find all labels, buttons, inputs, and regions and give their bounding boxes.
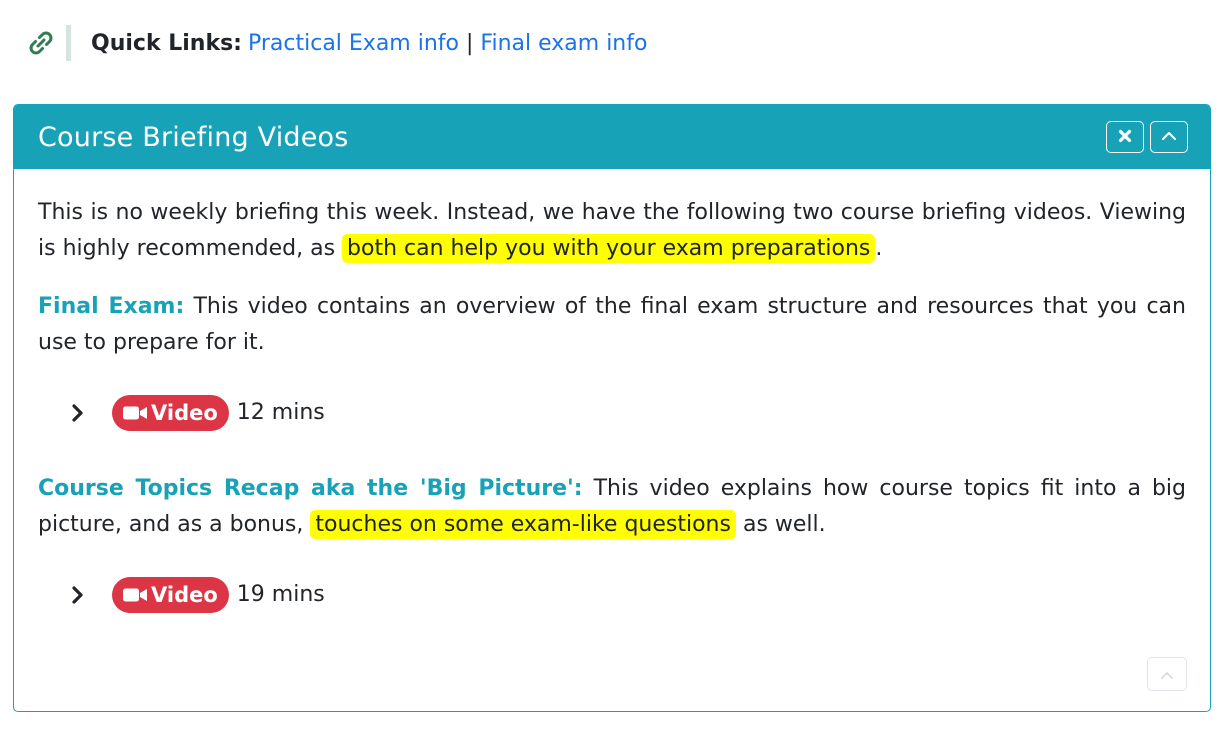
expand-chevron-icon[interactable] [66, 401, 90, 425]
card-body: This is no weekly briefing this week. In… [14, 169, 1210, 615]
recap-paragraph: Course Topics Recap aka the 'Big Picture… [38, 471, 1186, 543]
card-title: Course Briefing Videos [38, 121, 349, 153]
video-camera-icon [122, 405, 148, 421]
card-header: Course Briefing Videos [14, 105, 1210, 169]
intro-highlight: both can help you with your exam prepara… [342, 234, 876, 263]
recap-text-end: as well. [735, 512, 826, 537]
video-camera-icon [122, 587, 148, 603]
intro-paragraph: This is no weekly briefing this week. In… [38, 195, 1186, 267]
video-badge[interactable]: Video [112, 577, 229, 613]
quick-links-bar: Quick Links: Practical Exam info | Final… [26, 24, 647, 62]
quick-links-separator: | [466, 30, 474, 56]
recap-topic: Course Topics Recap aka the 'Big Picture… [38, 476, 583, 501]
expand-chevron-icon[interactable] [66, 583, 90, 607]
video-badge-label: Video [151, 401, 218, 425]
video-badge[interactable]: Video [112, 395, 229, 431]
close-icon [1118, 129, 1132, 146]
recap-video-row: Video 19 mins [66, 575, 1186, 615]
final-exam-video-row: Video 12 mins [66, 393, 1186, 433]
course-briefing-card: Course Briefing Videos This is no weekly… [13, 104, 1211, 712]
header-buttons [1106, 121, 1188, 153]
final-exam-info-link[interactable]: Final exam info [480, 31, 647, 56]
quick-links-label: Quick Links: [91, 30, 242, 56]
quick-links-divider [66, 25, 71, 61]
recap-highlight: touches on some exam-like questions [310, 510, 736, 539]
final-exam-topic: Final Exam: [38, 294, 185, 319]
collapse-button[interactable] [1150, 121, 1188, 153]
final-exam-description: This video contains an overview of the f… [38, 294, 1186, 355]
chevron-up-icon [1159, 665, 1175, 684]
video-duration: 12 mins [236, 400, 325, 425]
final-exam-paragraph: Final Exam: This video contains an overv… [38, 289, 1186, 361]
link-icon [26, 28, 56, 58]
chevron-up-icon [1161, 130, 1177, 145]
practical-exam-info-link[interactable]: Practical Exam info [248, 31, 459, 56]
intro-text-end: . [875, 236, 883, 261]
video-badge-label: Video [151, 583, 218, 607]
scroll-to-top-button[interactable] [1147, 657, 1187, 691]
close-button[interactable] [1106, 121, 1144, 153]
video-duration: 19 mins [236, 582, 325, 607]
